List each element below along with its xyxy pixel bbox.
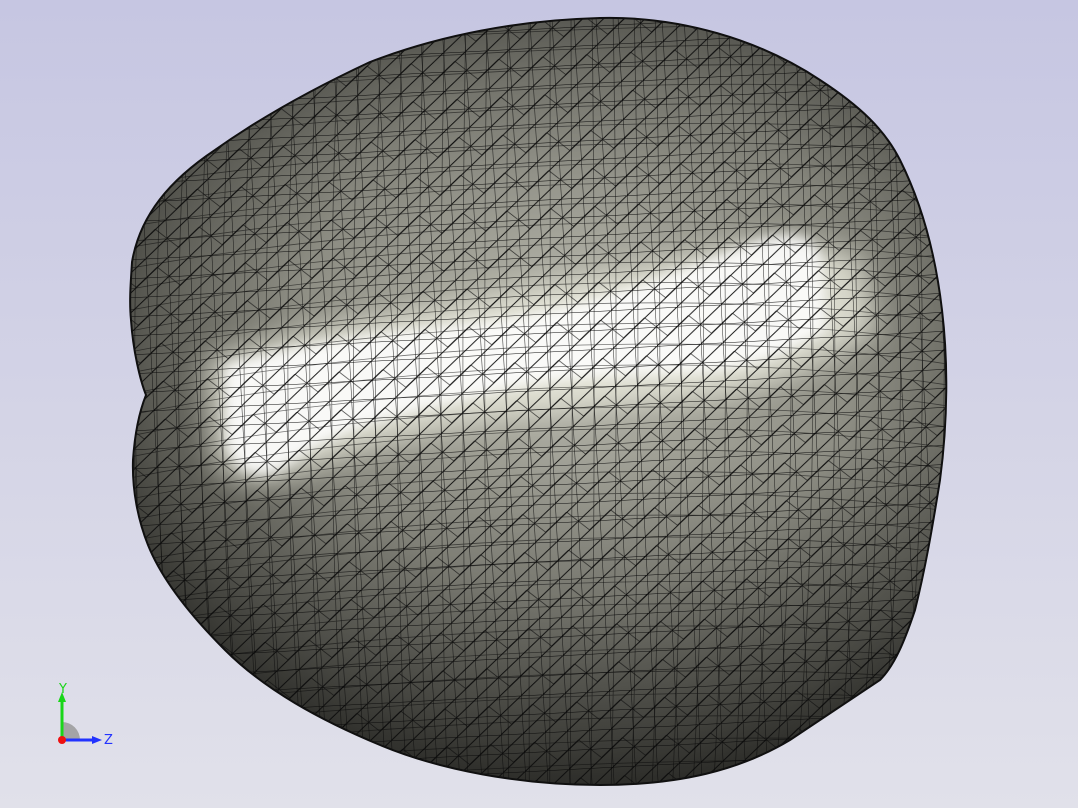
graphics-viewport[interactable]: Y Z (0, 0, 1078, 808)
x-axis-icon (58, 736, 66, 744)
z-axis-label: Z (104, 733, 113, 748)
y-axis-label: Y (58, 682, 67, 697)
model-view[interactable] (0, 0, 1078, 808)
axis-triad: Y Z (58, 682, 113, 748)
